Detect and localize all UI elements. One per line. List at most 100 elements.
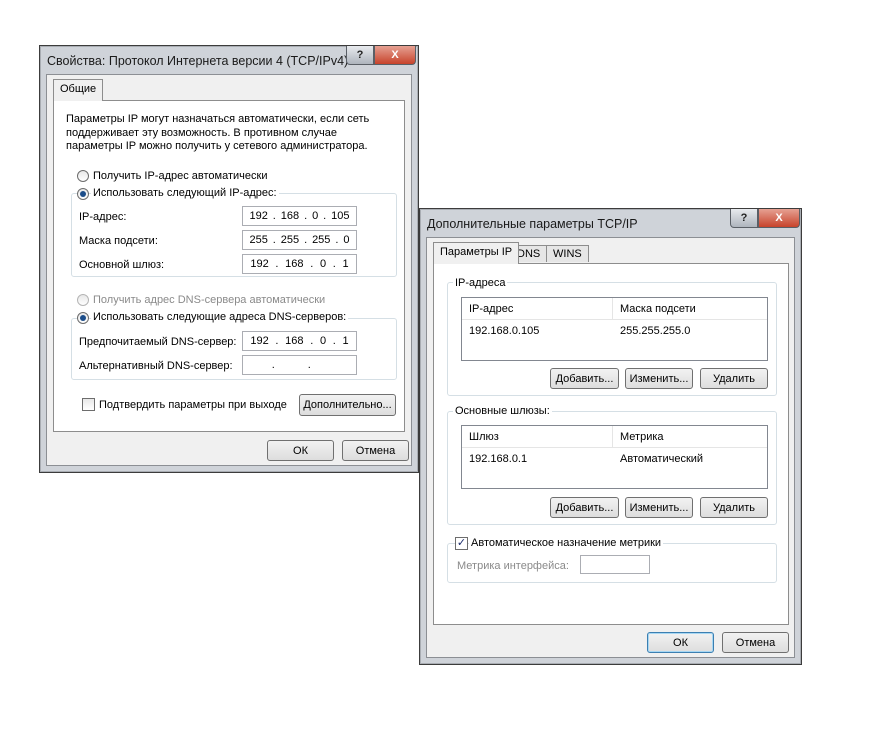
gateway-row-metric[interactable]: Автоматический <box>620 453 703 465</box>
general-tab-panel: Параметры IP могут назначаться автоматич… <box>53 100 405 432</box>
subnet-mask-field[interactable]: 255. 255. 255. 0 <box>242 230 357 250</box>
ip-addresses-group-label: IP-адреса <box>453 277 508 289</box>
ip-settings-panel: IP-адреса IP-адрес Маска подсети 192.168… <box>433 263 789 625</box>
ip-octet-3: 0 <box>312 210 319 222</box>
help-button[interactable]: ? <box>346 46 374 65</box>
tab-wins-label: WINS <box>553 248 582 260</box>
pref-dns-octet-2: 168 <box>285 335 304 347</box>
gateway-octet-3: 0 <box>319 258 327 270</box>
ip-auto-label[interactable]: Получить IP-адрес автоматически <box>93 170 267 183</box>
cancel-button-2-label: Отмена <box>735 636 776 649</box>
advanced-button[interactable]: Дополнительно... <box>299 394 396 416</box>
advanced-tcpip-titlebar[interactable]: Дополнительные параметры TCP/IP ? X <box>420 209 801 237</box>
ip-row-mask[interactable]: 255.255.255.0 <box>620 325 690 337</box>
pref-dns-octet-4: 1 <box>342 335 349 347</box>
dns-manual-label[interactable]: Использовать следующие адреса DNS-сервер… <box>91 311 349 323</box>
ip-remove-button[interactable]: Удалить <box>700 368 768 389</box>
cancel-button-2[interactable]: Отмена <box>722 632 789 653</box>
pref-dns-octet-3: 0 <box>319 335 327 347</box>
advanced-button-label: Дополнительно... <box>303 399 392 411</box>
gateway-add-label: Добавить... <box>555 501 614 514</box>
ip-auto-radio[interactable] <box>77 170 89 182</box>
gateway-col-header[interactable]: Шлюз <box>469 431 499 443</box>
pref-dns-octet-1: 192 <box>250 335 269 347</box>
ip-add-label: Добавить... <box>555 372 614 385</box>
alternate-dns-field[interactable]: . . <box>242 355 357 375</box>
gateway-list-header: Шлюз Метрика <box>462 426 767 448</box>
gateway-remove-button[interactable]: Удалить <box>700 497 768 518</box>
advanced-tcpip-title: Дополнительные параметры TCP/IP <box>427 217 638 231</box>
close-icon-2: X <box>775 212 783 224</box>
ipv4-properties-window: Свойства: Протокол Интернета версии 4 (T… <box>39 45 419 473</box>
interface-metric-input[interactable] <box>580 555 650 574</box>
mask-octet-3: 255 <box>312 234 331 246</box>
dns-auto-radio[interactable] <box>77 294 89 306</box>
gateway-octet-2: 168 <box>285 258 304 270</box>
gateway-remove-label: Удалить <box>713 501 755 514</box>
validate-label[interactable]: Подтвердить параметры при выходе <box>99 399 287 412</box>
ip-edit-button[interactable]: Изменить... <box>625 368 693 389</box>
ip-octet-1: 192 <box>249 210 268 222</box>
gateway-add-button[interactable]: Добавить... <box>550 497 619 518</box>
ok-button[interactable]: ОК <box>267 440 334 461</box>
ok-button-label: ОК <box>293 444 308 457</box>
ok-button-2-label: ОК <box>673 636 688 649</box>
gateway-edit-button[interactable]: Изменить... <box>625 497 693 518</box>
checkmark-icon: ✓ <box>456 537 467 549</box>
mask-octet-4: 0 <box>343 234 350 246</box>
ip-address-field[interactable]: 192. 168. 0. 105 <box>242 206 357 226</box>
ip-octet-4: 105 <box>331 210 350 222</box>
metric-col-header[interactable]: Метрика <box>620 431 664 443</box>
ip-octet-2: 168 <box>280 210 300 222</box>
cancel-button-label: Отмена <box>355 444 396 457</box>
ip-row-ip[interactable]: 192.168.0.105 <box>469 325 539 337</box>
close-icon: X <box>391 49 399 61</box>
mask-octet-2: 255 <box>280 234 300 246</box>
ip-col-header[interactable]: IP-адрес <box>469 303 513 315</box>
cancel-button[interactable]: Отмена <box>342 440 409 461</box>
gateway-octet-4: 1 <box>342 258 349 270</box>
ipv4-properties-title: Свойства: Протокол Интернета версии 4 (T… <box>47 54 349 68</box>
ok-button-2[interactable]: ОК <box>647 632 714 653</box>
preferred-dns-field[interactable]: 192. 168. 0. 1 <box>242 331 357 351</box>
interface-metric-label: Метрика интерфейса: <box>457 560 569 572</box>
gateway-field[interactable]: 192. 168. 0. 1 <box>242 254 357 274</box>
subnet-mask-label: Маска подсети: <box>79 235 158 247</box>
ip-remove-label: Удалить <box>713 372 755 385</box>
column-separator <box>612 298 613 320</box>
tab-dns-label: DNS <box>517 248 541 260</box>
ip-list-header: IP-адрес Маска подсети <box>462 298 767 320</box>
ip-manual-label[interactable]: Использовать следующий IP-адрес: <box>91 187 279 199</box>
description-text: Параметры IP могут назначаться автоматич… <box>66 113 370 152</box>
mask-octet-1: 255 <box>249 234 268 246</box>
auto-metric-label[interactable]: Автоматическое назначение метрики <box>469 537 664 549</box>
help-button-2[interactable]: ? <box>730 209 758 228</box>
tab-general-label: Общие <box>60 83 97 95</box>
alternate-dns-label: Альтернативный DNS-сервер: <box>79 360 233 372</box>
close-button[interactable]: X <box>374 46 416 65</box>
ip-edit-label: Изменить... <box>629 372 689 385</box>
preferred-dns-label: Предпочитаемый DNS-сервер: <box>79 336 237 348</box>
mask-col-header[interactable]: Маска подсети <box>620 303 696 315</box>
question-icon: ? <box>356 49 364 61</box>
advanced-client-area: Параметры IP DNS WINS IP-адреса IP-адрес… <box>426 237 795 658</box>
gateway-row-address[interactable]: 192.168.0.1 <box>469 453 527 465</box>
ip-address-label: IP-адрес: <box>79 211 127 223</box>
column-separator <box>612 426 613 448</box>
auto-metric-checkbox[interactable]: ✓ <box>455 537 468 550</box>
gateway-label: Основной шлюз: <box>79 259 165 271</box>
tab-ip-settings[interactable]: Параметры IP <box>433 242 520 264</box>
validate-checkbox[interactable] <box>82 398 95 411</box>
advanced-tcpip-window: Дополнительные параметры TCP/IP ? X Пара… <box>419 208 802 665</box>
ip-manual-radio[interactable] <box>77 188 89 200</box>
gateways-group-label: Основные шлюзы: <box>453 405 552 417</box>
ipv4-properties-titlebar[interactable]: Свойства: Протокол Интернета версии 4 (T… <box>40 46 418 74</box>
ip-add-button[interactable]: Добавить... <box>550 368 619 389</box>
gateways-list[interactable]: Шлюз Метрика 192.168.0.1 Автоматический <box>461 425 768 489</box>
tab-general[interactable]: Общие <box>53 79 104 101</box>
close-button-2[interactable]: X <box>758 209 800 228</box>
tab-wins[interactable]: WINS <box>546 245 589 262</box>
dns-auto-label[interactable]: Получить адрес DNS-сервера автоматически <box>93 294 325 307</box>
ip-addresses-list[interactable]: IP-адрес Маска подсети 192.168.0.105 255… <box>461 297 768 361</box>
dns-manual-radio[interactable] <box>77 312 89 324</box>
